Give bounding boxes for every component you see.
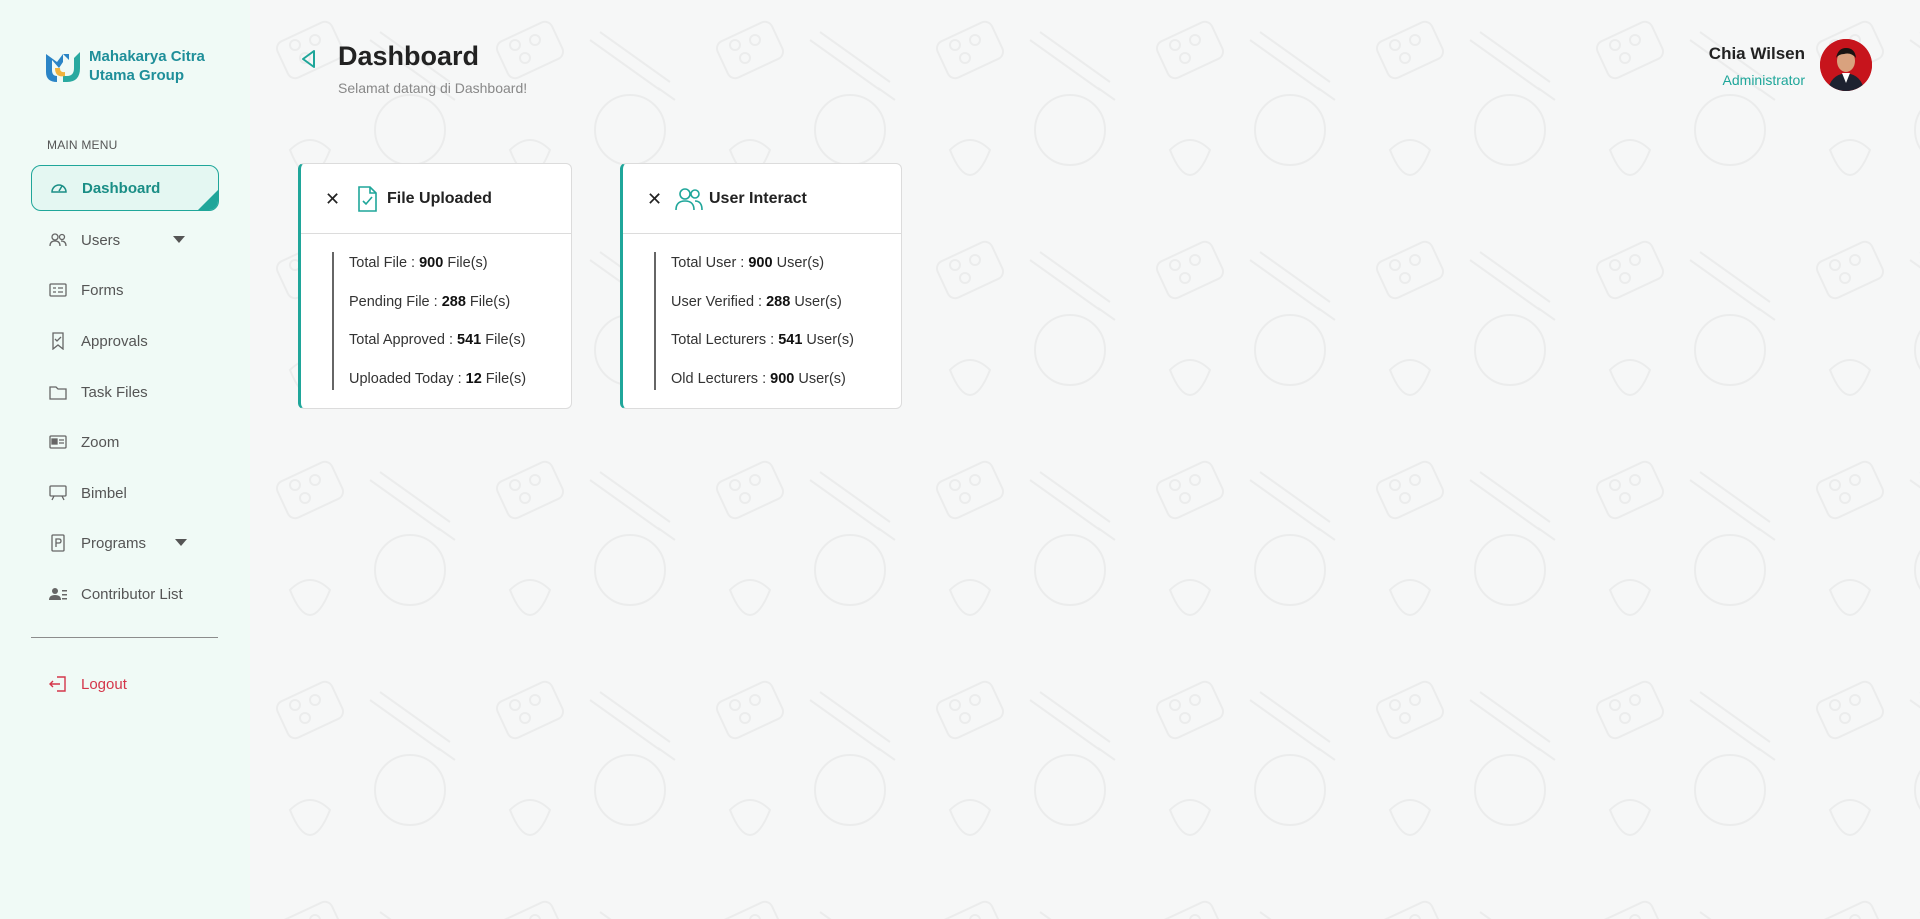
active-corner-marker [197, 189, 218, 210]
stat-pending-file: Pending File : 288 File(s) [349, 293, 511, 310]
card-body: Total User : 900 User(s) User Verified :… [623, 234, 901, 402]
card-header: ✕ User Interact [623, 164, 901, 234]
sidebar-item-label: Users [81, 231, 121, 249]
sidebar-item-label: Task Files [81, 383, 148, 401]
stat-total-approved: Total Approved : 541 File(s) [349, 332, 526, 348]
user-list-icon [49, 585, 67, 603]
sidebar-item-label: Programs [81, 534, 147, 552]
file-check-icon [358, 185, 377, 212]
stat-total-user: Total User : 900 User(s) [671, 255, 825, 271]
brand-logo-icon [46, 52, 80, 82]
document-p-icon [49, 534, 67, 552]
sidebar-item-label: Dashboard [82, 179, 161, 197]
sidebar-item-zoom[interactable]: Zoom [31, 419, 219, 465]
stat-total-file: Total File : 900 File(s) [349, 255, 488, 271]
background-pattern [250, 0, 1920, 919]
sidebar-item-label: Forms [81, 281, 124, 299]
logout-icon [49, 675, 67, 693]
gauge-icon [50, 179, 68, 197]
sidebar-item-label: Zoom [81, 433, 120, 451]
avatar[interactable] [1820, 39, 1872, 91]
sidebar-item-users[interactable]: Users [31, 217, 219, 263]
user-role: Administrator [1722, 72, 1805, 88]
file-uploaded-card: ✕ File Uploaded Total File : 900 File(s)… [298, 163, 572, 409]
brand-name-line2: Utama Group [89, 67, 185, 84]
card-title: File Uploaded [387, 189, 492, 207]
users-icon [675, 187, 703, 210]
sidebar-item-contributor-list[interactable]: Contributor List [31, 571, 219, 617]
main-menu-title: MAIN MENU [47, 138, 118, 152]
brand[interactable]: Mahakarya Citra Utama Group [43, 46, 205, 86]
sidebar: Mahakarya Citra Utama Group MAIN MENU Da… [0, 0, 250, 919]
caret-down-icon [175, 539, 187, 546]
user-interact-card: ✕ User Interact Total User : 900 User(s)… [620, 163, 902, 409]
sidebar-item-task-files[interactable]: Task Files [31, 369, 219, 415]
close-icon[interactable]: ✕ [325, 190, 340, 208]
card-header: ✕ File Uploaded [301, 164, 571, 234]
id-card-icon [49, 433, 67, 451]
logout-label: Logout [81, 675, 127, 693]
folder-icon [49, 383, 67, 401]
presentation-board-icon [49, 484, 67, 502]
stat-accent-bar [332, 252, 334, 390]
back-chevron-icon[interactable] [300, 49, 318, 69]
sidebar-item-dashboard[interactable]: Dashboard [31, 165, 219, 211]
form-icon [49, 281, 67, 299]
brand-name-line1: Mahakarya Citra [89, 48, 205, 65]
stat-uploaded-today: Uploaded Today : 12 File(s) [349, 370, 527, 387]
stat-old-lecturers: Old Lecturers : 900 User(s) [671, 370, 846, 387]
sidebar-item-bimbel[interactable]: Bimbel [31, 470, 219, 516]
sidebar-divider [31, 637, 218, 638]
sidebar-item-programs[interactable]: Programs [31, 520, 219, 566]
sidebar-item-label: Approvals [81, 332, 148, 350]
card-body: Total File : 900 File(s) Pending File : … [301, 234, 571, 402]
sidebar-item-label: Bimbel [81, 484, 127, 502]
sidebar-item-approvals[interactable]: Approvals [31, 318, 219, 364]
close-icon[interactable]: ✕ [647, 190, 662, 208]
user-profile[interactable]: Chia Wilsen Administrator [1709, 44, 1805, 88]
sidebar-item-label: Contributor List [81, 585, 183, 603]
stat-total-lecturers: Total Lecturers : 541 User(s) [671, 332, 854, 348]
card-title: User Interact [709, 189, 807, 207]
page-title: Dashboard [338, 41, 480, 71]
stat-user-verified: User Verified : 288 User(s) [671, 293, 842, 310]
user-name: Chia Wilsen [1708, 44, 1805, 63]
users-icon [49, 231, 67, 249]
page-subtitle: Selamat datang di Dashboard! [338, 80, 528, 96]
main-content: Dashboard Selamat datang di Dashboard! C… [250, 0, 1920, 919]
logout-button[interactable]: Logout [31, 661, 219, 707]
sidebar-item-forms[interactable]: Forms [31, 267, 219, 313]
stat-accent-bar [654, 252, 656, 390]
caret-down-icon [173, 236, 185, 243]
bookmark-check-icon [49, 332, 67, 350]
